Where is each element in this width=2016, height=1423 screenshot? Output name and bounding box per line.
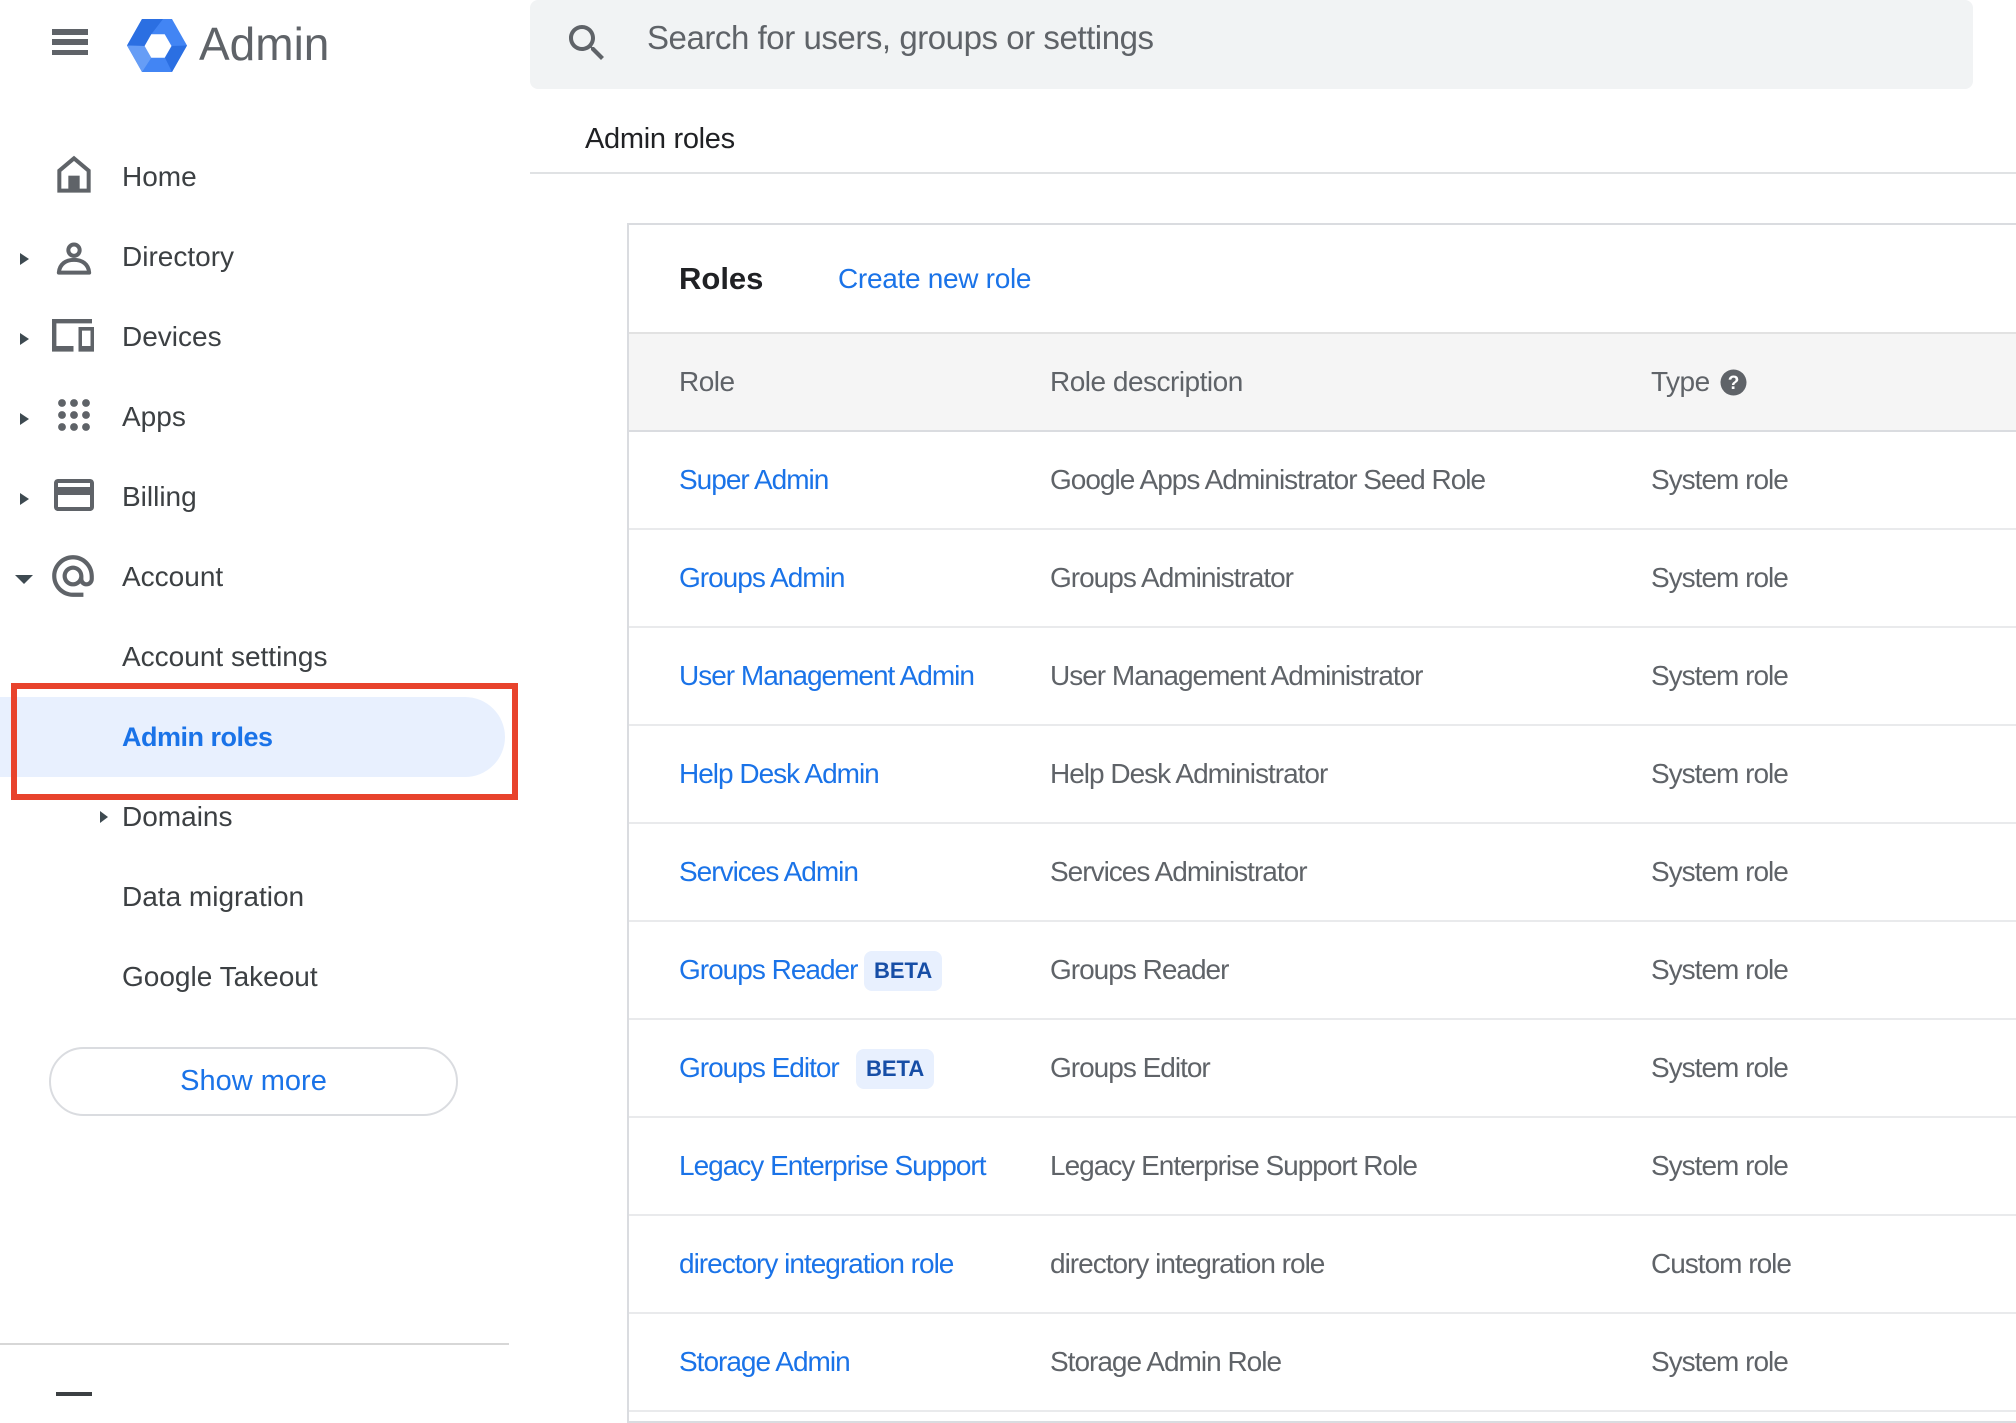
svg-text:?: ?	[1728, 373, 1740, 394]
